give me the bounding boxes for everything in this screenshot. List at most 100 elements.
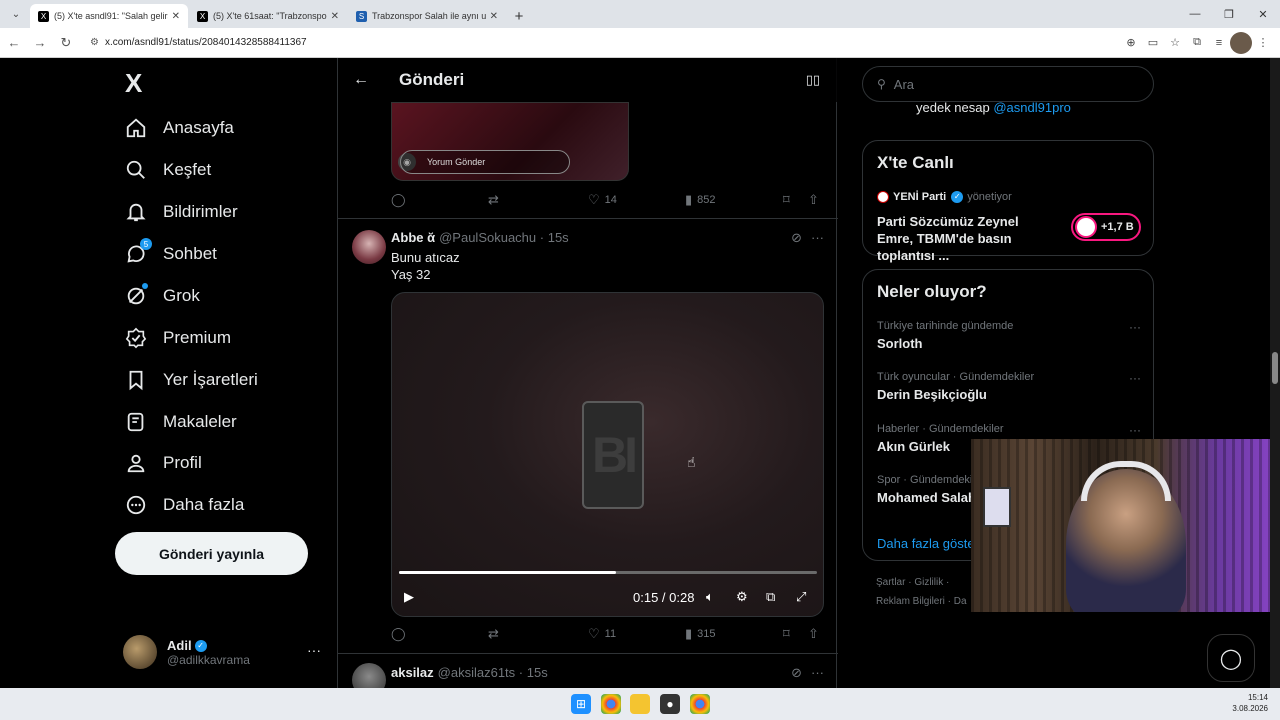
tweet-time[interactable]: 15s	[548, 230, 569, 245]
play-icon[interactable]: ▶	[404, 589, 414, 605]
file-explorer-icon[interactable]	[630, 694, 650, 714]
like-button[interactable]: ♡ 11	[588, 626, 616, 642]
messages-fab-icon[interactable]: ◯	[1207, 634, 1255, 682]
live-host-row[interactable]: YENİ Parti ✓ yönetiyor	[877, 191, 1012, 203]
bookmark-star-icon[interactable]: ☆	[1164, 32, 1186, 54]
trend-item[interactable]: Türkiye tarihinde gündemde Sorloth ···	[877, 320, 1147, 351]
share-button[interactable]: ⇧	[808, 192, 824, 208]
back-arrow-icon[interactable]: ←	[2, 31, 26, 55]
views-button[interactable]: ▮ 315	[685, 626, 716, 642]
account-switcher[interactable]: Adil ✓ @adilkkavrama ···	[123, 632, 333, 672]
chrome-icon[interactable]	[601, 694, 621, 714]
live-description[interactable]: Parti Sözcümüz Zeynel Emre, TBMM'de bası…	[877, 213, 1057, 264]
close-window-icon[interactable]: ✕	[1246, 0, 1280, 28]
tweet-time[interactable]: 15s	[527, 665, 548, 680]
browser-tab-1[interactable]: X (5) X'te asndl91: "Salah gelirse ✕	[30, 4, 188, 28]
live-listener-count[interactable]: +1,7 B	[1071, 213, 1141, 241]
repost-button[interactable]: ⇄	[488, 626, 504, 642]
nav-item-kesfet[interactable]: Keşfet	[123, 150, 211, 190]
footer-links[interactable]: Reklam Bilgileri · Da	[876, 596, 967, 607]
obs-icon[interactable]: ●	[660, 694, 680, 714]
nav-item-anasayfa[interactable]: Anasayfa	[123, 108, 234, 148]
previous-tweet-media[interactable]: ◉ Yorum Gönder	[391, 102, 629, 181]
picture-in-picture-icon[interactable]: ⧉	[766, 589, 775, 605]
extensions-icon[interactable]: ⧉	[1186, 32, 1208, 54]
nav-label: Makaleler	[163, 412, 237, 431]
author-name[interactable]: Abbe ᾰ	[391, 230, 435, 245]
show-more-link[interactable]: Daha fazla göste	[877, 536, 975, 551]
more-icon[interactable]: ···	[811, 665, 824, 680]
nav-item-makaleler[interactable]: Makaleler	[123, 402, 237, 442]
zoom-icon[interactable]: ⊕	[1120, 32, 1142, 54]
more-icon[interactable]: ···	[1129, 320, 1141, 334]
reload-icon[interactable]: ↻	[54, 31, 78, 55]
like-button[interactable]: ♡ 14	[588, 192, 617, 208]
tab-close-icon[interactable]: ✕	[490, 11, 498, 22]
tab-close-icon[interactable]: ✕	[331, 11, 339, 22]
bio-link[interactable]: @asndl91pro	[993, 100, 1071, 115]
scrollbar-thumb[interactable]	[1272, 352, 1278, 384]
trend-item[interactable]: Türk oyuncular · Gündemdekiler Derin Beş…	[877, 371, 1147, 402]
nav-item-profil[interactable]: Profil	[123, 443, 202, 483]
page-scrollbar[interactable]	[1270, 58, 1280, 688]
nav-item-daha-fazla[interactable]: Daha fazla	[123, 485, 244, 525]
system-clock[interactable]: 15:14 3.08.2026	[1232, 692, 1268, 714]
site-info-icon[interactable]: ⚙	[90, 37, 99, 48]
author-name[interactable]: aksilaz	[391, 665, 434, 680]
media-icon[interactable]: ≡	[1208, 32, 1230, 54]
tab-title: (5) X'te 61saat: "Trabzonspor Sa	[213, 11, 327, 21]
nav-item-grok[interactable]: Grok	[123, 276, 200, 316]
minimize-icon[interactable]: —	[1178, 0, 1212, 28]
verified-badge-icon: ✓	[194, 640, 207, 653]
bookmark-button[interactable]: ⌑	[783, 192, 795, 208]
views-button[interactable]: ▮ 852	[685, 192, 716, 208]
author-handle[interactable]: @PaulSokuachu	[439, 230, 536, 245]
browser-tab-2[interactable]: X (5) X'te 61saat: "Trabzonspor Sa ✕	[189, 4, 347, 28]
post-button[interactable]: Gönderi yayınla	[115, 532, 308, 575]
article-icon	[123, 409, 149, 435]
back-arrow-icon[interactable]: ←	[339, 71, 383, 89]
tab-close-icon[interactable]: ✕	[172, 11, 180, 22]
nav-item-premium[interactable]: Premium	[123, 318, 231, 358]
volume-icon[interactable]: 🔈︎	[706, 589, 714, 605]
nav-item-bildirimler[interactable]: Bildirimler	[123, 192, 238, 232]
nav-item-sohbet[interactable]: 5 Sohbet	[123, 234, 217, 274]
reply-button[interactable]: ◯	[391, 626, 411, 642]
video-progress-bar[interactable]	[399, 571, 817, 574]
x-logo-icon[interactable]: X	[125, 68, 142, 99]
profile-avatar-icon[interactable]	[1230, 31, 1252, 54]
fullscreen-icon[interactable]: ⤢	[796, 589, 806, 605]
video-player[interactable]: BI ▶ 0:15 / 0:28 🔈︎ ⚙ ⧉ ⤢	[391, 292, 824, 617]
views-chart-icon: ▮	[685, 192, 693, 207]
browser-tab-3[interactable]: S Trabzonspor Salah ile aynı uçak ✕	[348, 4, 506, 28]
avatar[interactable]	[352, 230, 386, 264]
chrome-icon[interactable]	[690, 694, 710, 714]
reply-button[interactable]: ◯	[391, 192, 411, 208]
tweet[interactable]: aksilaz @aksilaz61ts · 15s ⊘ ···	[338, 653, 838, 688]
grok-explain-icon[interactable]: ⊘	[791, 230, 802, 246]
share-button[interactable]: ⇧	[808, 626, 824, 642]
more-icon[interactable]: ···	[811, 230, 824, 245]
bookmark-button[interactable]: ⌑	[783, 626, 795, 642]
grok-explain-icon[interactable]: ⊘	[791, 665, 802, 681]
footer-links[interactable]: Şartlar · Gizlilik ·	[876, 577, 949, 588]
author-handle[interactable]: @aksilaz61ts	[438, 665, 516, 680]
restore-icon[interactable]: ❐	[1212, 0, 1246, 28]
forward-arrow-icon[interactable]: →	[28, 31, 52, 55]
cast-icon[interactable]: ▭	[1142, 32, 1164, 54]
more-icon[interactable]: ···	[1129, 371, 1141, 385]
more-icon[interactable]: ···	[1129, 423, 1141, 437]
more-icon[interactable]: ···	[307, 642, 321, 658]
new-tab-button[interactable]: +	[507, 4, 531, 28]
repost-button[interactable]: ⇄	[488, 192, 504, 208]
tweet-text-line: Yaş 32	[391, 267, 431, 282]
avatar[interactable]	[352, 663, 386, 688]
reader-mode-icon[interactable]: ▯▯	[806, 72, 820, 88]
settings-gear-icon[interactable]: ⚙	[736, 589, 748, 605]
nav-item-yer-isaretleri[interactable]: Yer İşaretleri	[123, 360, 258, 400]
url-field[interactable]: ⚙ x.com/asndl91/status/20840143285884113…	[84, 31, 1114, 55]
browser-menu-icon[interactable]: ⋮	[1252, 32, 1274, 54]
search-input[interactable]: ⚲ Ara	[862, 66, 1154, 102]
windows-start-icon[interactable]: ⊞	[571, 694, 591, 714]
tab-list-chevron-icon[interactable]: ⌄	[4, 3, 28, 25]
